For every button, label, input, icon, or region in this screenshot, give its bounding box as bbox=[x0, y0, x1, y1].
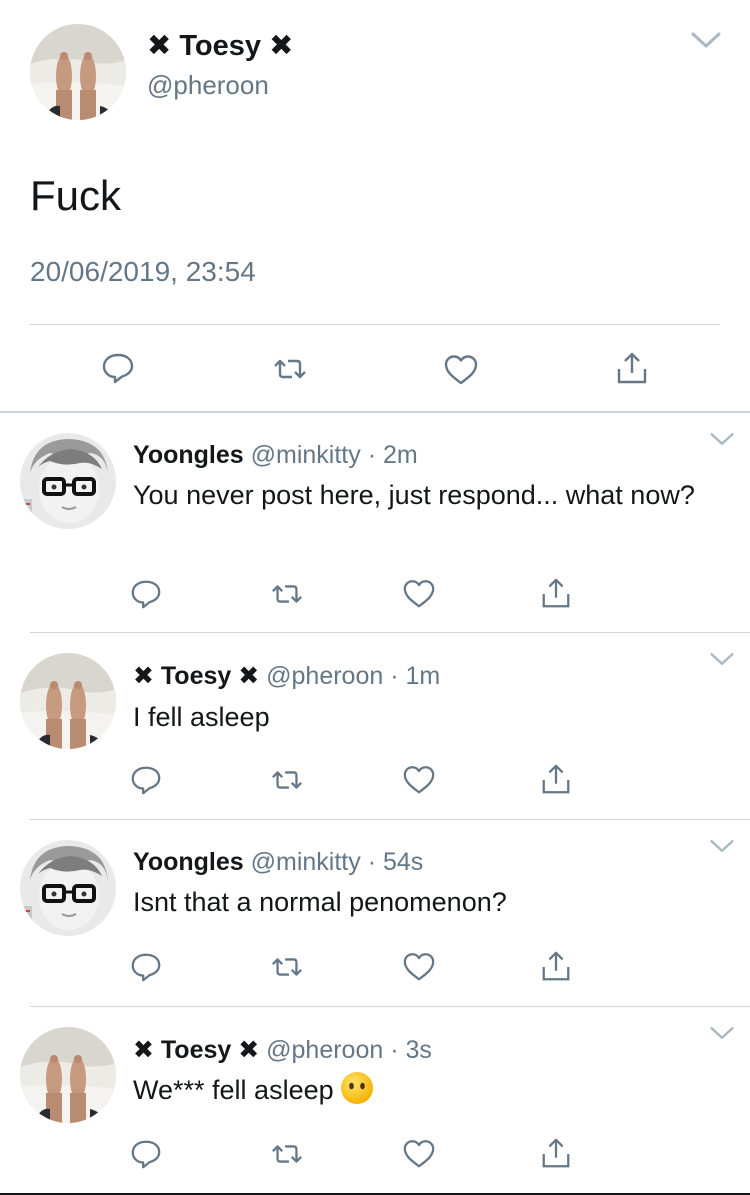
divider bbox=[30, 324, 720, 325]
share-icon[interactable] bbox=[539, 949, 573, 983]
author-handle[interactable]: @minkitty bbox=[251, 441, 361, 469]
like-icon[interactable] bbox=[402, 950, 436, 984]
author-name[interactable]: Yoongles bbox=[133, 848, 244, 876]
author-handle[interactable]: @pheroon bbox=[266, 662, 383, 690]
retweet-icon[interactable] bbox=[270, 577, 304, 611]
tweet-timestamp: 20/06/2019, 23:54 bbox=[30, 256, 256, 287]
author-avatar[interactable] bbox=[30, 24, 126, 120]
retweet-icon[interactable] bbox=[270, 1137, 304, 1171]
reply-text: You never post here, just respond... wha… bbox=[133, 480, 695, 510]
chevron-down-icon[interactable] bbox=[708, 838, 736, 854]
share-icon[interactable] bbox=[614, 350, 650, 386]
retweet-icon[interactable] bbox=[270, 763, 304, 797]
reply-header: ✖ Toesy ✖ @pheroon · 3s bbox=[133, 1036, 432, 1064]
reply-tweet[interactable]: Yoongles @minkitty · 54s Isnt that a nor… bbox=[0, 820, 750, 1007]
like-icon[interactable] bbox=[402, 1137, 436, 1171]
avatar[interactable] bbox=[20, 840, 116, 936]
chevron-down-icon[interactable] bbox=[690, 30, 722, 50]
reply-time: 2m bbox=[382, 441, 418, 469]
author-name[interactable]: ✖ Toesy ✖ bbox=[147, 28, 293, 63]
no-mouth-face-emoji bbox=[340, 1072, 373, 1104]
reply-text: I fell asleep bbox=[133, 702, 270, 732]
reply-header: ✖ Toesy ✖ @pheroon · 1m bbox=[133, 662, 441, 690]
tweet-text: Fuck bbox=[30, 172, 122, 219]
reply-icon[interactable] bbox=[129, 1137, 163, 1171]
author-name[interactable]: ✖ Toesy ✖ bbox=[133, 662, 259, 690]
author-handle[interactable]: @pheroon bbox=[266, 1036, 383, 1064]
author-name[interactable]: ✖ Toesy ✖ bbox=[133, 1036, 259, 1064]
reply-text: We*** fell asleep bbox=[133, 1075, 334, 1105]
like-icon[interactable] bbox=[402, 763, 436, 797]
reply-time: 54s bbox=[382, 848, 424, 876]
reply-tweet[interactable]: ✖ Toesy ✖ @pheroon · 1m I fell asleep bbox=[0, 633, 750, 820]
avatar[interactable] bbox=[20, 653, 116, 749]
share-icon[interactable] bbox=[539, 762, 573, 796]
reply-header: Yoongles @minkitty · 54s bbox=[133, 848, 424, 876]
reply-time: 1m bbox=[405, 662, 441, 690]
chevron-down-icon[interactable] bbox=[708, 651, 736, 667]
reply-icon[interactable] bbox=[129, 950, 163, 984]
reply-tweet[interactable]: ✖ Toesy ✖ @pheroon · 3s We*** fell aslee… bbox=[0, 1007, 750, 1193]
chevron-down-icon[interactable] bbox=[708, 1025, 736, 1041]
share-icon[interactable] bbox=[539, 576, 573, 610]
chevron-down-icon[interactable] bbox=[708, 431, 736, 447]
reply-time: 3s bbox=[405, 1036, 432, 1064]
reply-icon[interactable] bbox=[129, 577, 163, 611]
main-tweet: ✖ Toesy ✖ @pheroon Fuck 20/06/2019, 23:5… bbox=[0, 0, 750, 412]
reply-header: Yoongles @minkitty · 2m bbox=[133, 441, 418, 469]
author-handle[interactable]: @minkitty bbox=[251, 848, 361, 876]
reply-icon[interactable] bbox=[129, 763, 163, 797]
share-icon[interactable] bbox=[539, 1136, 573, 1170]
reply-tweet[interactable]: Yoongles @minkitty · 2m You never post h… bbox=[0, 413, 750, 633]
reply-text: Isnt that a normal penomenon? bbox=[133, 887, 507, 917]
avatar[interactable] bbox=[20, 1027, 116, 1123]
reply-icon[interactable] bbox=[100, 350, 136, 386]
like-icon[interactable] bbox=[402, 577, 436, 611]
retweet-icon[interactable] bbox=[270, 950, 304, 984]
avatar[interactable] bbox=[20, 433, 116, 529]
retweet-icon[interactable] bbox=[272, 351, 308, 387]
reply-text-row: We*** fell asleep bbox=[133, 1071, 723, 1109]
author-handle[interactable]: @pheroon bbox=[147, 70, 269, 101]
like-icon[interactable] bbox=[443, 352, 479, 388]
author-name[interactable]: Yoongles bbox=[133, 441, 244, 469]
